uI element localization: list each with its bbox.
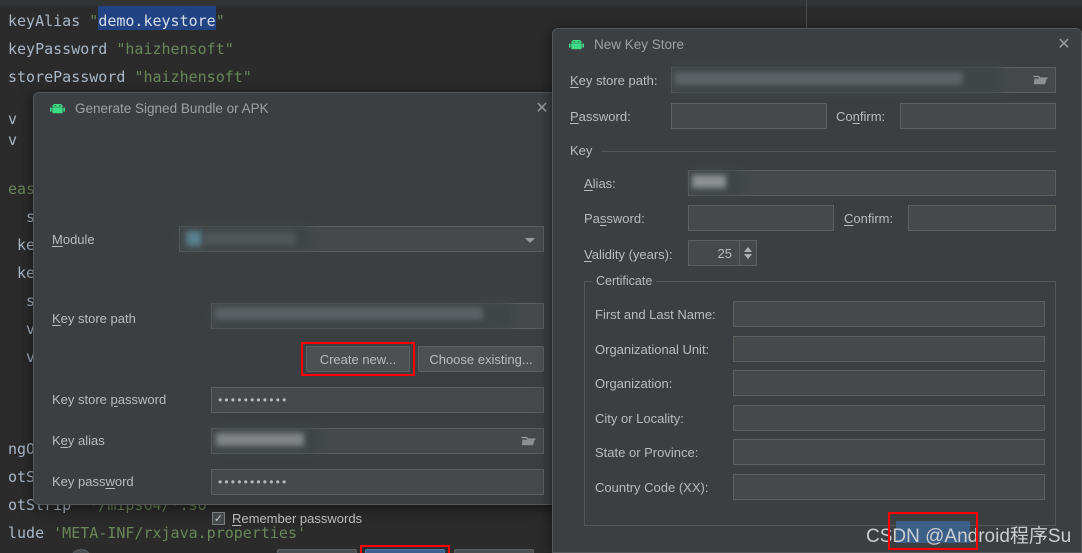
code-token: "haizhensoft" <box>134 68 252 86</box>
code-token: keyPassword <box>8 40 117 58</box>
code-token: " <box>215 12 225 30</box>
certificate-field-input[interactable] <box>733 370 1045 396</box>
key-password-input[interactable] <box>688 205 834 231</box>
certificate-field-label: City or Locality: <box>595 410 684 426</box>
alias-label: Alias: <box>584 176 616 191</box>
remember-passwords-label: Remember passwords <box>232 511 363 526</box>
keystore-password-value: ••••••••••• <box>218 393 289 407</box>
remember-passwords-row[interactable]: ✓ Remember passwords <box>212 511 362 526</box>
close-icon[interactable]: ✕ <box>531 97 553 119</box>
certificate-field-label: Country Code (XX): <box>595 479 709 495</box>
create-new-label: Create new... <box>319 351 397 367</box>
code-token: storePassword <box>8 68 135 86</box>
generate-signed-bundle-dialog[interactable]: Generate Signed Bundle or APK ✕ Module K… <box>33 92 560 553</box>
validity-input[interactable]: 25 <box>688 240 740 266</box>
remember-passwords-checkbox[interactable]: ✓ <box>212 512 225 525</box>
ks-confirm-input[interactable] <box>900 103 1056 129</box>
key-password-label: Password: <box>584 211 645 226</box>
code-line: keyAlias "demo.keystore" <box>8 12 225 30</box>
validity-label: Validity (years): <box>584 247 673 262</box>
key-password-value: ••••••••••• <box>218 475 289 489</box>
keystore-password-input[interactable]: ••••••••••• <box>211 387 544 413</box>
keystore-path-label: Key store path <box>52 311 136 326</box>
key-confirm-input[interactable] <box>908 205 1056 231</box>
code-token: 'META-INF/rxjava.properties' <box>53 524 307 542</box>
module-combobox[interactable] <box>179 226 544 252</box>
new-keystore-title: New Key Store <box>594 36 685 52</box>
cancel-button[interactable]: Cancel <box>454 549 534 553</box>
validity-spinner[interactable] <box>740 240 757 266</box>
code-token: v <box>8 110 18 128</box>
new-key-store-dialog[interactable]: New Key Store ✕ Key store path: Password… <box>552 28 1082 553</box>
certificate-field-input[interactable] <box>733 335 1045 362</box>
certificate-field-label: First and Last Name: <box>595 307 716 322</box>
screen: keyAlias "demo.keystore" keyPassword "hai… <box>0 0 1082 553</box>
key-alias-label: Key alias <box>52 433 105 448</box>
certificate-field-label: Organizational Unit: <box>595 341 710 357</box>
spinner-up-icon[interactable] <box>744 247 752 252</box>
keystore-path-input[interactable] <box>211 303 544 329</box>
code-token: " <box>89 12 99 30</box>
code-token: "haizhensoft" <box>116 40 234 58</box>
key-group-divider <box>601 151 1056 152</box>
certificate-field-label: Organization: <box>595 376 673 391</box>
folder-icon[interactable] <box>521 435 536 447</box>
code-line: lude 'META-INF/rxjava.properties' <box>8 524 307 542</box>
code-line: keyPassword "haizhensoft" <box>8 40 234 58</box>
certificate-field-input[interactable] <box>733 301 1045 327</box>
create-new-button[interactable]: Create new... <box>306 346 410 372</box>
certificate-field-input[interactable] <box>733 473 1045 500</box>
ks-password-input[interactable] <box>671 103 827 129</box>
ks-path-input[interactable] <box>671 67 1056 93</box>
code-token: lude <box>8 524 54 542</box>
new-keystore-titlebar[interactable]: New Key Store ✕ <box>553 29 1081 59</box>
watermark-text: CSDN @Android程序Su <box>866 526 1072 547</box>
next-button[interactable]: Next <box>365 549 445 553</box>
validity-value: 25 <box>717 245 732 261</box>
certificate-field-input[interactable] <box>733 404 1045 431</box>
module-label: Module <box>52 232 95 247</box>
key-password-input[interactable]: ••••••••••• <box>211 469 544 495</box>
ks-path-label: Key store path: <box>570 73 658 88</box>
code-token: demo.keystore <box>98 12 216 30</box>
previous-button[interactable]: Previous <box>277 549 357 553</box>
key-confirm-label: Confirm: <box>844 211 894 226</box>
key-alias-input[interactable] <box>211 428 544 454</box>
ks-confirm-label: Confirm: <box>836 109 886 124</box>
android-icon <box>569 38 584 50</box>
code-line: v <box>8 110 18 128</box>
ks-password-label: Password: <box>570 109 631 124</box>
certificate-field-label: State or Province: <box>595 445 699 460</box>
key-group-title: Key <box>570 143 593 158</box>
spinner-down-icon[interactable] <box>744 254 752 259</box>
generate-dialog-title: Generate Signed Bundle or APK <box>75 100 269 116</box>
certificate-group-title: Certificate <box>592 274 657 288</box>
folder-icon[interactable] <box>1033 74 1048 86</box>
generate-dialog-titlebar[interactable]: Generate Signed Bundle or APK ✕ <box>34 93 559 123</box>
chevron-down-icon <box>525 238 535 243</box>
android-icon <box>50 102 65 114</box>
alias-input[interactable] <box>688 170 1056 196</box>
code-line: storePassword "haizhensoft" <box>8 68 252 86</box>
keystore-password-label: Key store password <box>52 392 167 407</box>
code-token: v <box>8 131 18 149</box>
key-password-label: Key password <box>52 474 134 489</box>
certificate-field-input[interactable] <box>733 439 1045 465</box>
code-line: v <box>8 131 18 149</box>
choose-existing-button[interactable]: Choose existing... <box>418 346 544 372</box>
code-token: keyAlias <box>8 12 90 30</box>
choose-existing-label: Choose existing... <box>429 351 533 367</box>
close-icon[interactable]: ✕ <box>1053 33 1075 55</box>
